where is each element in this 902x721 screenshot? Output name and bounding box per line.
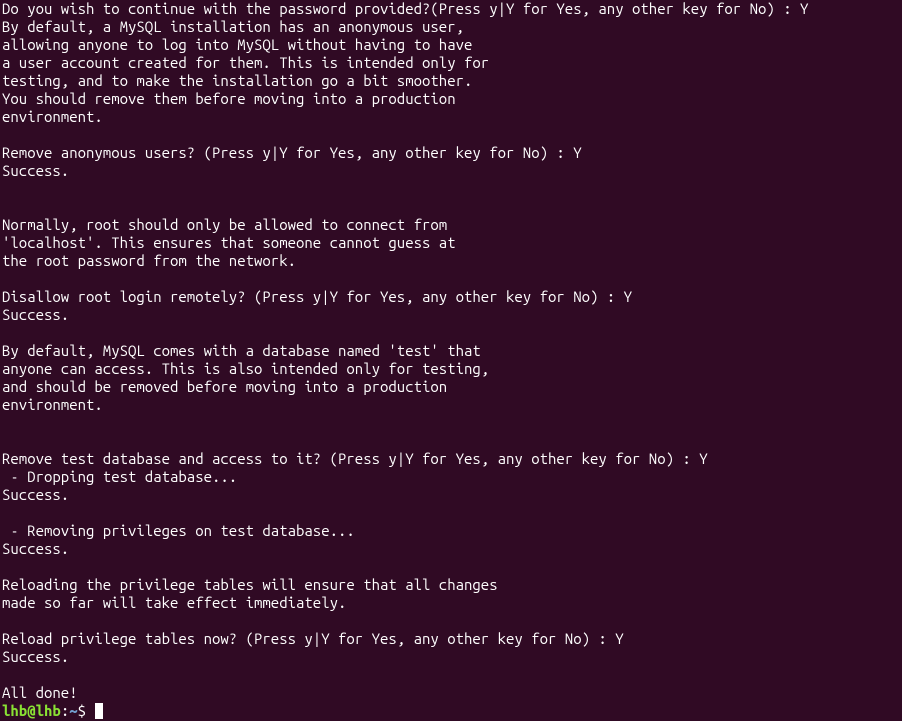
prompt-at: @ <box>27 702 35 719</box>
prompt-user: lhb <box>2 702 27 719</box>
prompt-colon: : <box>61 702 69 719</box>
shell-prompt: lhb@lhb:~$ <box>2 702 103 719</box>
terminal-output: Do you wish to continue with the passwor… <box>2 0 808 701</box>
prompt-dollar: $ <box>78 702 86 719</box>
prompt-host: lhb <box>36 702 61 719</box>
terminal-window[interactable]: Do you wish to continue with the passwor… <box>0 0 902 721</box>
cursor-icon <box>95 703 103 719</box>
prompt-path: ~ <box>69 702 77 719</box>
